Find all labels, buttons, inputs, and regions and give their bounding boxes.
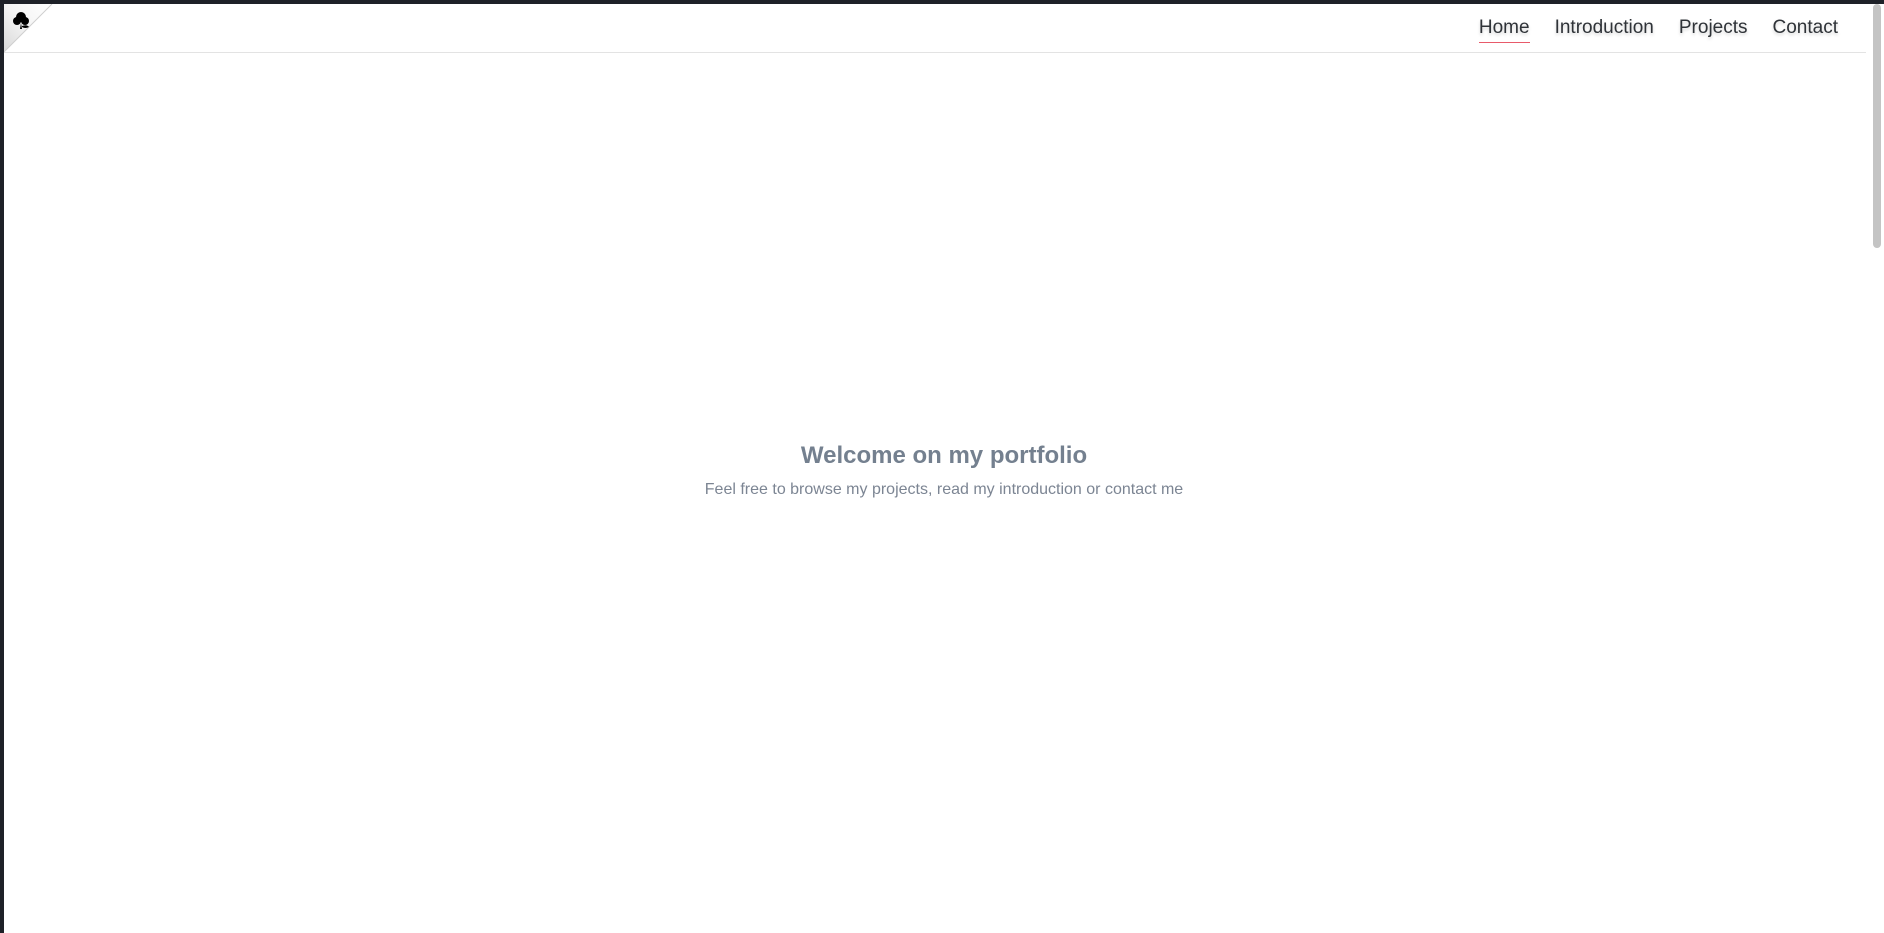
nav-link-home[interactable]: Home xyxy=(1478,17,1530,43)
rose-icon xyxy=(4,4,53,53)
page-viewport: Home Introduction Projects Contact Welco… xyxy=(4,4,1884,933)
scrollbar-thumb[interactable] xyxy=(1873,4,1881,248)
logo-corner-button[interactable] xyxy=(4,4,54,54)
nav-link-introduction[interactable]: Introduction xyxy=(1555,17,1654,43)
top-navbar: Home Introduction Projects Contact xyxy=(4,4,1866,53)
hero-subtitle: Feel free to browse my projects, read my… xyxy=(704,481,1184,498)
vertical-scrollbar[interactable] xyxy=(1866,4,1884,933)
hero-title: Welcome on my portfolio xyxy=(800,442,1088,469)
hero-section: Welcome on my portfolio Feel free to bro… xyxy=(4,4,1884,933)
main-nav: Home Introduction Projects Contact xyxy=(1478,17,1838,43)
nav-link-contact[interactable]: Contact xyxy=(1773,17,1838,43)
nav-link-projects[interactable]: Projects xyxy=(1679,17,1748,43)
